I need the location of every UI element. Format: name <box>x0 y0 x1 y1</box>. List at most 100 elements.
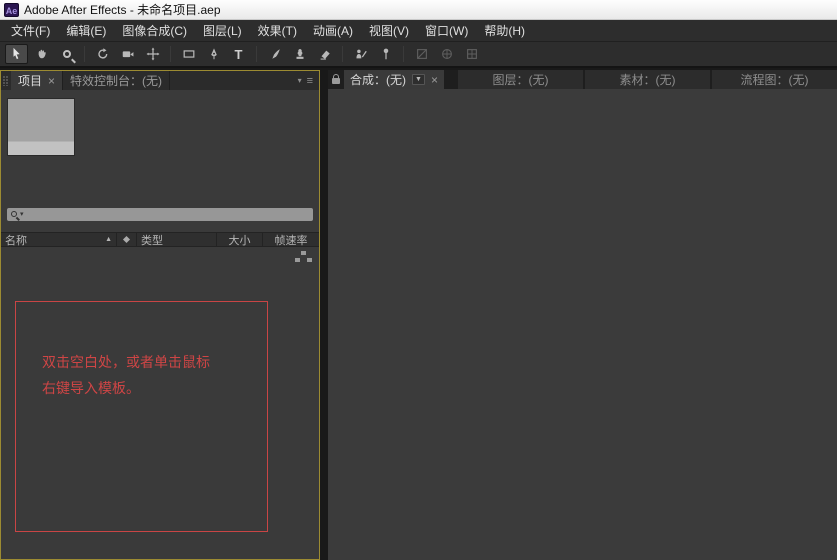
menu-composition[interactable]: 图像合成(C) <box>114 19 195 42</box>
mask-shape-tool[interactable] <box>177 44 200 64</box>
column-name[interactable]: 名称 ▲ <box>1 233 117 247</box>
project-search-row: ▾ <box>1 204 319 224</box>
label-swatch-icon <box>122 235 131 244</box>
magnifier-icon <box>62 50 71 58</box>
project-item-list[interactable]: 双击空白处，或者单击鼠标 右键导入模板。 <box>1 247 319 559</box>
clone-stamp-tool[interactable] <box>288 44 311 64</box>
roto-brush-icon <box>355 49 367 59</box>
menu-layer[interactable]: 图层(L) <box>195 19 250 42</box>
camera-icon <box>122 51 133 58</box>
tab-strip-spacer <box>170 71 295 90</box>
tab-composition-label: 合成：(无) <box>350 73 406 87</box>
roto-brush-tool[interactable] <box>349 44 372 64</box>
app-icon: Ae <box>4 2 19 17</box>
axis-world-icon[interactable] <box>435 44 458 64</box>
axis-view-icon[interactable] <box>460 44 483 64</box>
search-options-caret-icon[interactable]: ▾ <box>20 210 24 218</box>
tab-layer-label: 图层：(无) <box>492 73 549 87</box>
footage-thumbnail <box>7 98 75 156</box>
tab-flowchart[interactable]: 流程图：(无) <box>711 70 837 89</box>
tab-effect-controls-label: 特效控制台：(无) <box>70 74 163 88</box>
camera-tool[interactable] <box>116 44 139 64</box>
app-window: Ae Adobe After Effects - 未命名项目.aep 文件(F)… <box>0 0 837 560</box>
tab-project[interactable]: 项目 × <box>11 71 64 90</box>
composition-viewer <box>328 89 837 560</box>
flowchart-mini-icon[interactable] <box>295 251 313 263</box>
puppet-pin-tool[interactable] <box>374 44 397 64</box>
pen-tool[interactable] <box>202 44 225 64</box>
project-panel-group: 项目 × 特效控制台：(无) ▾ ≡ ▾ 名称 ▲ 类型 大小 帧速率 双击空白… <box>0 70 320 560</box>
menu-edit[interactable]: 编辑(E) <box>58 19 114 42</box>
workspace: 项目 × 特效控制台：(无) ▾ ≡ ▾ 名称 ▲ 类型 大小 帧速率 双击空白… <box>0 68 837 560</box>
stamp-icon <box>296 49 303 59</box>
search-input[interactable]: ▾ <box>7 207 313 221</box>
project-preview-area <box>1 90 319 204</box>
rotate-icon <box>97 48 107 59</box>
window-title: Adobe After Effects - 未命名项目.aep <box>24 3 221 17</box>
toolbar-separator <box>256 46 257 62</box>
axis-local-icon[interactable] <box>410 44 433 64</box>
tab-project-label: 项目 <box>18 74 43 88</box>
pen-nib-icon <box>210 48 217 60</box>
composition-dropdown-icon[interactable]: ▼ <box>412 74 425 85</box>
eraser-tool[interactable] <box>313 44 336 64</box>
menubar: 文件(F) 编辑(E) 图像合成(C) 图层(L) 效果(T) 动画(A) 视图… <box>0 20 837 42</box>
project-list-header: 名称 ▲ 类型 大小 帧速率 <box>1 232 319 247</box>
toolbar-separator <box>403 46 404 62</box>
menu-file[interactable]: 文件(F) <box>3 19 58 42</box>
menu-help[interactable]: 帮助(H) <box>476 19 533 42</box>
column-framerate-label: 帧速率 <box>274 234 308 247</box>
hand-icon <box>38 49 46 59</box>
rotation-tool[interactable] <box>91 44 114 64</box>
selection-arrow-icon <box>13 47 20 60</box>
toolbar-separator <box>342 46 343 62</box>
tab-footage[interactable]: 素材：(无) <box>584 70 710 89</box>
puppet-pin-icon <box>383 48 388 60</box>
column-name-label: 名称 <box>5 234 27 247</box>
column-size[interactable]: 大小 <box>217 233 263 247</box>
search-icon <box>11 211 17 217</box>
sort-asc-icon: ▲ <box>105 236 112 243</box>
tab-flowchart-label: 流程图：(无) <box>740 73 809 87</box>
panel-menu-icon[interactable]: ≡ <box>305 75 319 87</box>
column-size-label: 大小 <box>228 234 251 247</box>
tab-project-close-icon[interactable]: × <box>48 74 55 88</box>
menu-view[interactable]: 视图(V) <box>361 19 417 42</box>
column-type-label: 类型 <box>141 234 163 247</box>
column-label[interactable] <box>117 233 137 246</box>
tab-effect-controls[interactable]: 特效控制台：(无) <box>63 71 171 90</box>
viewer-panel-group: 合成：(无) ▼ × 图层：(无) 素材：(无) 流程图：(无) <box>328 70 837 560</box>
menu-effect[interactable]: 效果(T) <box>250 19 305 42</box>
pan-behind-tool[interactable] <box>141 44 164 64</box>
hand-tool[interactable] <box>30 44 53 64</box>
brush-icon <box>271 49 280 59</box>
eraser-icon <box>320 50 330 60</box>
zoom-tool[interactable] <box>55 44 78 64</box>
column-type[interactable]: 类型 <box>137 233 217 247</box>
menu-window[interactable]: 窗口(W) <box>417 19 476 42</box>
pan-behind-icon <box>146 47 159 61</box>
menu-animation[interactable]: 动画(A) <box>305 19 361 42</box>
lock-icon <box>332 74 340 84</box>
column-framerate[interactable]: 帧速率 <box>263 233 319 247</box>
tab-composition[interactable]: 合成：(无) ▼ × <box>344 70 444 89</box>
titlebar: Ae Adobe After Effects - 未命名项目.aep <box>0 0 837 20</box>
panel-caret-icon[interactable]: ▾ <box>295 76 305 85</box>
brush-tool[interactable] <box>263 44 286 64</box>
tab-strip-gap <box>444 70 456 89</box>
selection-tool[interactable] <box>5 44 28 64</box>
empty-project-hint: 双击空白处，或者单击鼠标 右键导入模板。 <box>15 301 268 532</box>
toolbar: T <box>0 42 837 68</box>
tab-layer[interactable]: 图层：(无) <box>457 70 583 89</box>
project-panel-body: ▾ 名称 ▲ 类型 大小 帧速率 双击空白处，或者单击鼠标 右键导入模板。 <box>1 90 319 559</box>
type-tool[interactable]: T <box>227 44 250 64</box>
toolbar-separator <box>170 46 171 62</box>
tab-footage-label: 素材：(无) <box>619 73 676 87</box>
tab-composition-close-icon[interactable]: × <box>431 73 438 87</box>
type-tool-icon: T <box>234 46 243 62</box>
right-tab-strip: 合成：(无) ▼ × 图层：(无) 素材：(无) 流程图：(无) <box>328 70 837 89</box>
toolbar-separator <box>84 46 85 62</box>
panel-grip-icon[interactable] <box>3 76 9 86</box>
rectangle-icon <box>183 50 194 58</box>
viewer-lock-button[interactable] <box>328 70 344 89</box>
